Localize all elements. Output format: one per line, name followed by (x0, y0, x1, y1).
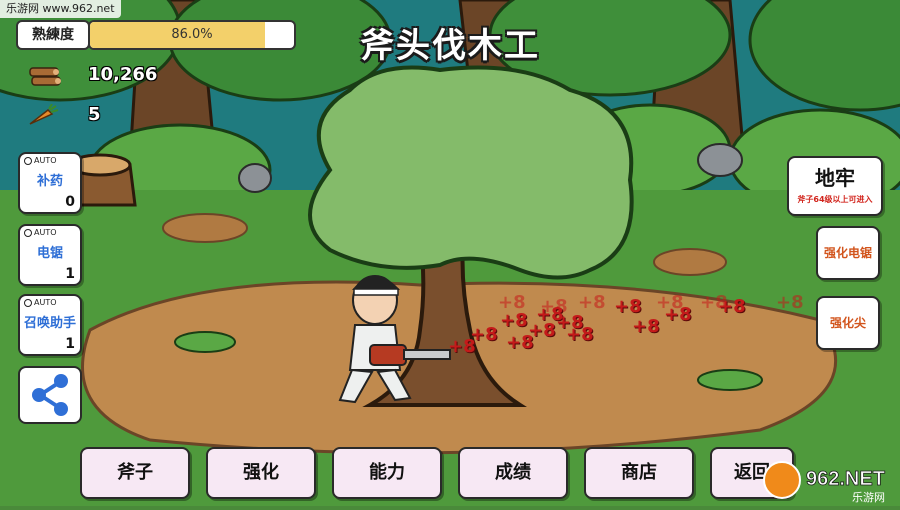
auto-item-chainsaw[interactable]: AUTO 电锯 1 (18, 224, 82, 286)
game-title: 斧头伐木工 (360, 26, 540, 66)
damage-popup: +8 (578, 292, 606, 313)
svg-text:962.NET: 962.NET (806, 468, 885, 490)
proficiency-bar: 86.0% (88, 20, 296, 50)
proficiency-label: 熟練度 (16, 20, 90, 50)
auto-item-count: 1 (65, 266, 75, 282)
damage-popup: +8 (506, 332, 534, 353)
strengthen-chainsaw-button[interactable]: 强化电锯 (816, 226, 880, 280)
share-button[interactable] (18, 366, 82, 424)
share-icon (32, 374, 68, 416)
auto-item-name: 召唤助手 (23, 316, 76, 331)
auto-item-name: 电锯 (36, 246, 63, 261)
menu-shop-button[interactable]: 商店 (584, 447, 694, 499)
carrot-icon (26, 103, 60, 128)
auto-item-potion[interactable]: AUTO 补药 0 (18, 152, 82, 214)
menu-achievements-button[interactable]: 成绩 (458, 447, 568, 499)
auto-item-count: 0 (65, 194, 75, 210)
auto-toggle[interactable]: AUTO (24, 298, 57, 307)
auto-item-count: 1 (65, 336, 75, 352)
auto-toggle[interactable]: AUTO (24, 156, 57, 165)
site-logo: 962.NET 乐游网 (760, 455, 900, 506)
damage-popup: +8 (776, 292, 804, 313)
proficiency-value: 86.0% (171, 27, 213, 42)
site-watermark: 乐游网 www.962.net (0, 0, 121, 18)
dungeon-title: 地牢 (815, 166, 855, 190)
damage-popup: +8 (632, 316, 660, 337)
auto-item-name: 补药 (36, 174, 63, 189)
damage-popup: +8 (500, 310, 528, 331)
menu-strengthen-button[interactable]: 强化 (206, 447, 316, 499)
auto-toggle[interactable]: AUTO (24, 228, 57, 237)
wood-icon (28, 64, 62, 88)
menu-axe-button[interactable]: 斧子 (80, 447, 190, 499)
damage-popup: +8 (566, 324, 594, 345)
dungeon-button[interactable]: 地牢 斧子64级以上可进入 (787, 156, 883, 216)
strengthen-tip-button[interactable]: 强化尖 (816, 296, 880, 350)
damage-popup: +8 (664, 304, 692, 325)
menu-ability-button[interactable]: 能力 (332, 447, 442, 499)
dungeon-requirement: 斧子64级以上可进入 (797, 195, 873, 204)
damage-popup: +8 (614, 296, 642, 317)
damage-popup: +8 (448, 336, 476, 357)
auto-item-summon-helper[interactable]: AUTO 召唤助手 1 (18, 294, 82, 356)
svg-text:乐游网: 乐游网 (852, 491, 885, 504)
damage-popup: +8 (718, 296, 746, 317)
wood-count: 10,266 (88, 64, 158, 85)
carrot-count: 5 (88, 104, 101, 125)
